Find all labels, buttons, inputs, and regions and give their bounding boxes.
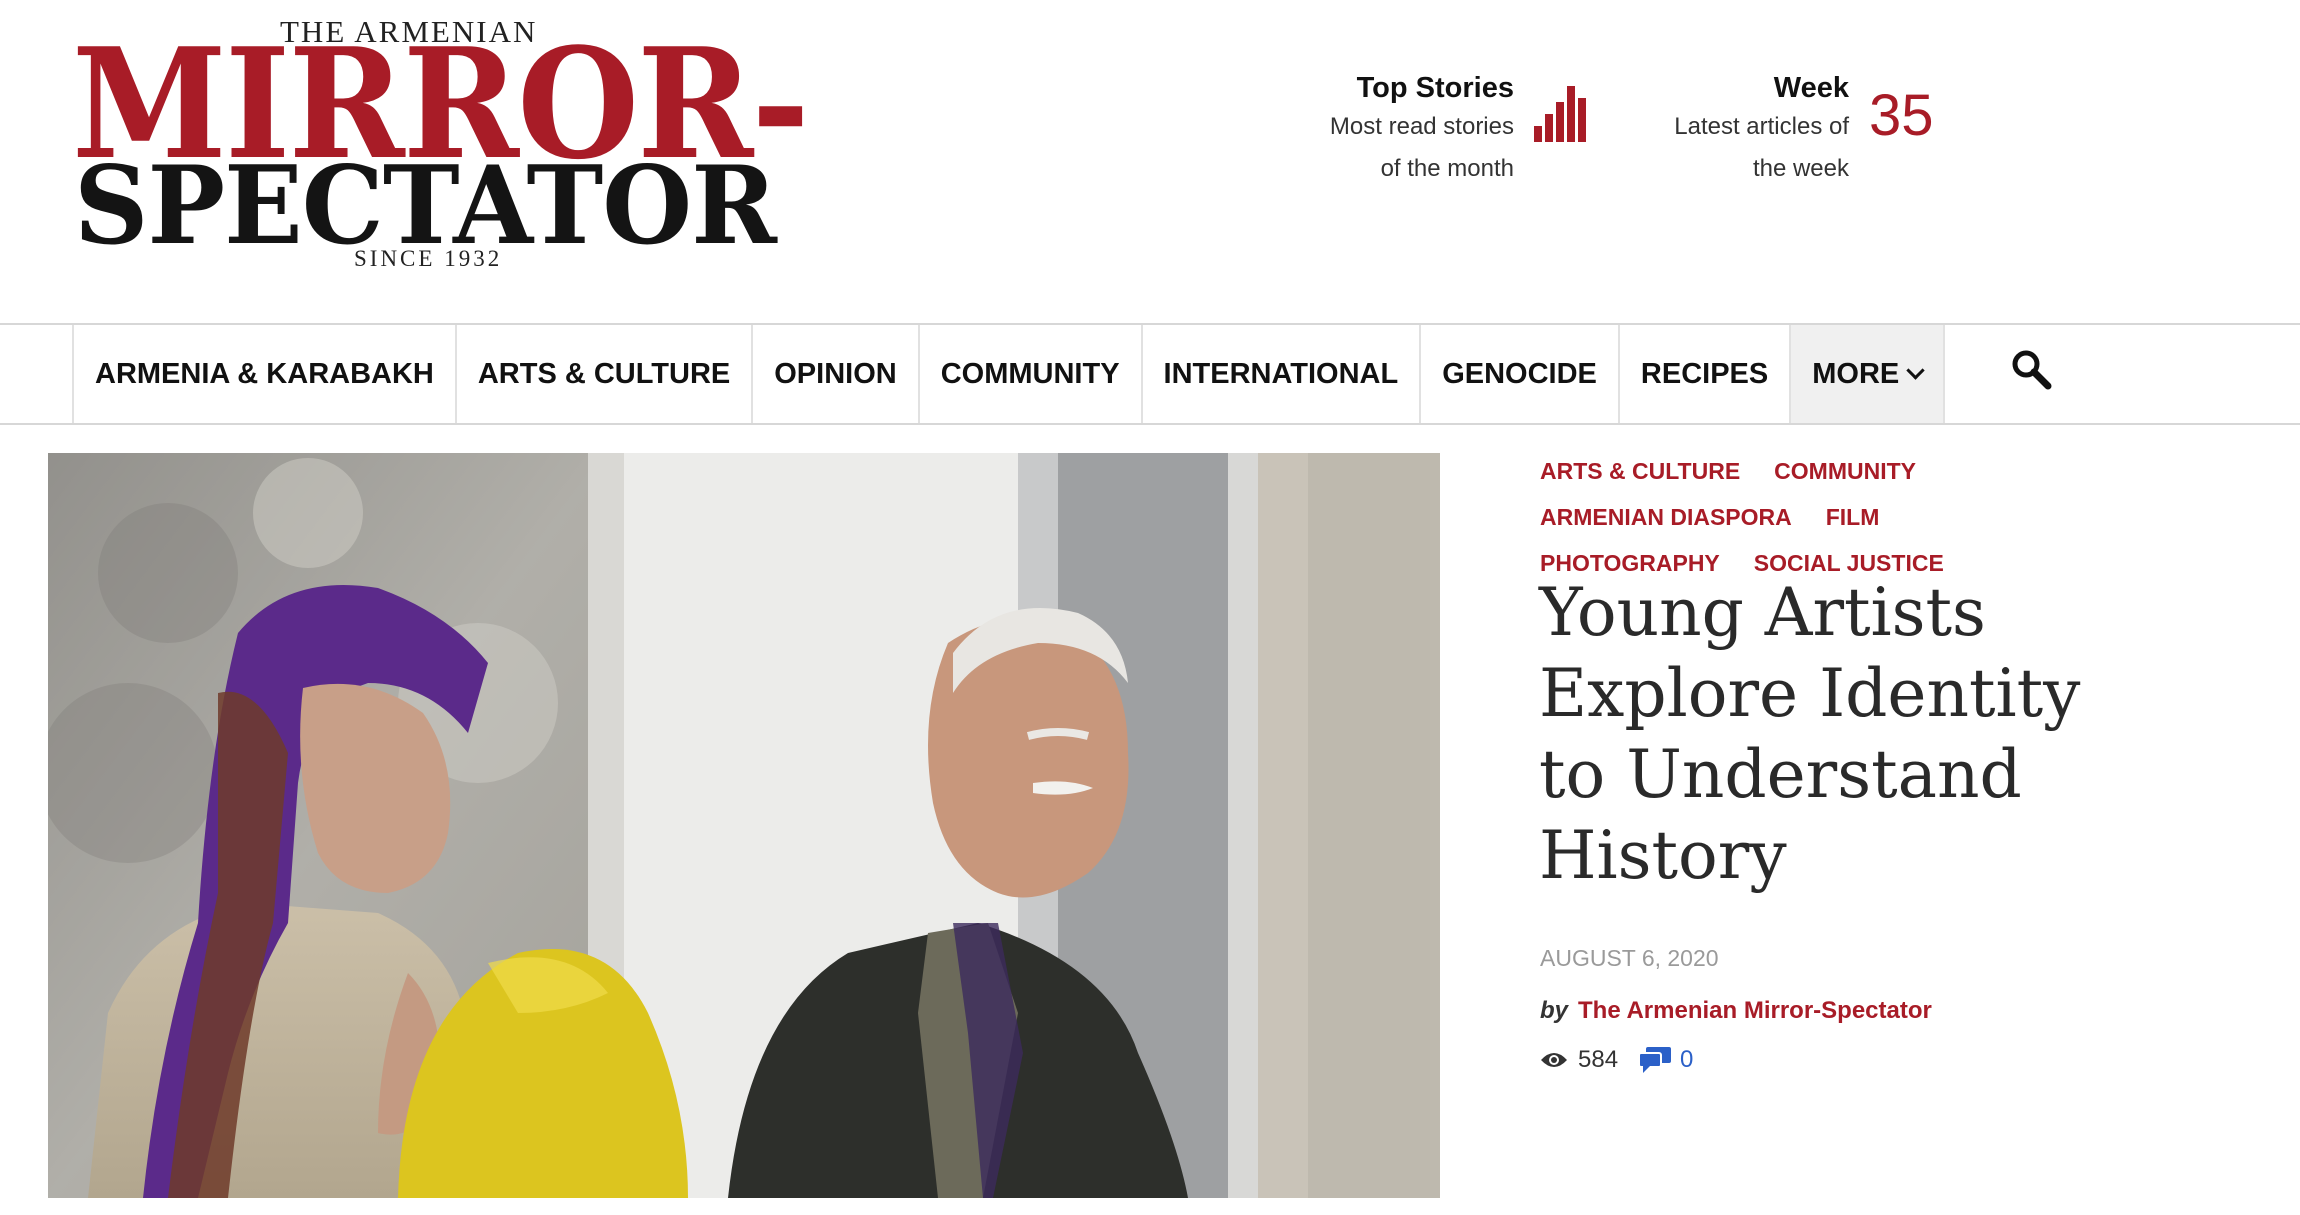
week-count[interactable]: 35 — [1869, 86, 1934, 146]
nav-item-community[interactable]: COMMUNITY — [917, 325, 1141, 423]
nav-item-genocide[interactable]: GENOCIDE — [1419, 325, 1618, 423]
tag-armenian-diaspora[interactable]: ARMENIAN DIASPORA — [1540, 496, 1792, 538]
logo-line-since: SINCE 1932 — [354, 246, 503, 271]
article-tags: ARTS & CULTURE COMMUNITYARMENIAN DIASPORA… — [1540, 450, 2100, 588]
week-link[interactable]: Week Latest articles of the week — [1569, 70, 1849, 190]
site-logo[interactable]: THE ARMENIAN MIRROR- SPECTATOR SINCE 193… — [72, 14, 852, 274]
week-title: Week — [1773, 72, 1849, 104]
article-byline: by The Armenian Mirror-Spectator — [1540, 997, 1932, 1025]
tag-arts-culture[interactable]: ARTS & CULTURE — [1540, 450, 1740, 492]
week-desc-2: the week — [1752, 155, 1849, 182]
nav-item-recipes[interactable]: RECIPES — [1617, 325, 1789, 423]
top-stories-title: Top Stories — [1356, 72, 1514, 104]
chevron-down-icon — [1906, 360, 1925, 380]
nav-item-opinion[interactable]: OPINION — [751, 325, 917, 423]
hero-image[interactable] — [48, 453, 1440, 1198]
nav-item-international[interactable]: INTERNATIONAL — [1140, 325, 1420, 423]
view-count: 584 — [1578, 1046, 1619, 1073]
byline-prefix: by — [1540, 997, 1569, 1024]
tag-film[interactable]: FILM — [1826, 496, 1880, 538]
eye-icon — [1541, 1053, 1567, 1067]
logo-line-second: SPECTATOR — [74, 143, 777, 269]
week-desc-1: Latest articles of — [1674, 113, 1849, 140]
elderly-couple-photo — [48, 453, 1440, 1198]
nav-item-arts-culture[interactable]: ARTS & CULTURE — [454, 325, 751, 423]
search-icon[interactable] — [2010, 348, 2054, 392]
article-meta: 584 0 — [1540, 1046, 1693, 1074]
top-stories-link[interactable]: Top Stories Most read stories of the mon… — [1214, 70, 1514, 190]
tag-community[interactable]: COMMUNITY — [1774, 450, 1916, 492]
author-link[interactable]: The Armenian Mirror-Spectator — [1578, 997, 1932, 1024]
nav-more-label: MORE — [1812, 357, 1900, 390]
comment-count[interactable]: 0 — [1680, 1046, 1693, 1074]
article-date: AUGUST 6, 2020 — [1540, 945, 1719, 971]
main-nav: ARMENIA & KARABAKH ARTS & CULTURE OPINIO… — [0, 323, 2300, 425]
article-title[interactable]: Young Artists Explore Identity to Unders… — [1539, 572, 2099, 896]
nav-item-armenia-karabakh[interactable]: ARMENIA & KARABAKH — [72, 325, 455, 423]
top-stories-desc-1: Most read stories — [1329, 113, 1514, 140]
comments-icon[interactable] — [1638, 1046, 1672, 1074]
nav-item-more[interactable]: MORE — [1789, 325, 1946, 423]
top-stories-desc-2: of the month — [1380, 155, 1514, 182]
